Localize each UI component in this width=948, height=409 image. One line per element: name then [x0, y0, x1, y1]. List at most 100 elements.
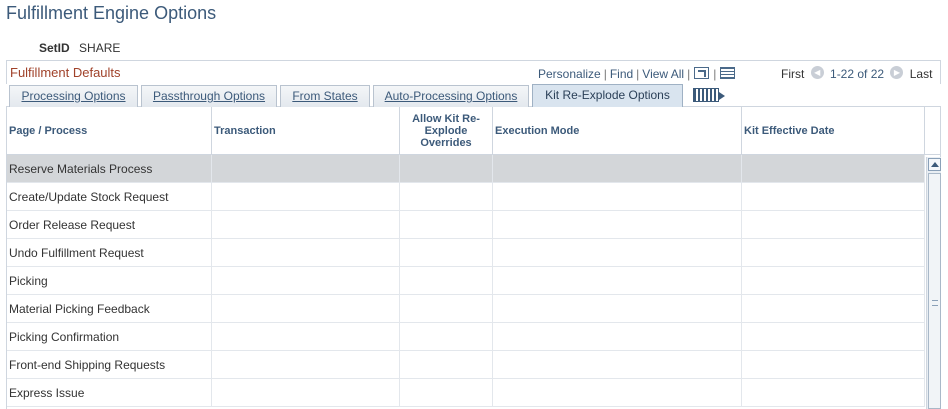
separator: |	[636, 67, 640, 81]
scroll-up-arrow-icon[interactable]	[928, 158, 941, 171]
table-cell	[400, 155, 493, 183]
page-process-name: Front-end Shipping Requests	[9, 358, 166, 372]
table-row[interactable]: Undo Fulfillment Request	[7, 239, 925, 267]
column-header-execution-mode[interactable]: Execution Mode	[493, 107, 742, 155]
table-row[interactable]: Picking Confirmation	[7, 323, 925, 351]
table-cell	[493, 155, 742, 183]
setid-value: SHARE	[79, 41, 121, 55]
grid-toolbar: Personalize | Find | View All | |	[538, 66, 736, 81]
table-cell	[400, 379, 493, 407]
find-link[interactable]: Find	[610, 67, 633, 81]
grid-title: Fulfillment Defaults	[10, 65, 121, 80]
page-process-name: Reserve Materials Process	[9, 162, 153, 176]
table-cell	[493, 267, 742, 295]
table-cell	[212, 183, 400, 211]
table-cell: Order Release Request	[7, 211, 212, 239]
page-process-name: Order Release Request	[9, 218, 136, 232]
table-cell	[742, 267, 925, 295]
tab-kit-re-explode-options[interactable]: Kit Re-Explode Options	[532, 84, 683, 107]
table-cell	[493, 183, 742, 211]
table-cell	[493, 323, 742, 351]
row-count: 1-22 of 22	[830, 67, 885, 81]
scrollbar-thumb[interactable]	[928, 173, 941, 409]
table-cell	[212, 155, 400, 183]
table-cell	[400, 183, 493, 211]
table-cell	[742, 323, 925, 351]
show-all-columns-icon[interactable]	[693, 88, 725, 102]
page-process-name: Express Issue	[9, 386, 85, 400]
setid-label: SetID	[39, 41, 70, 55]
table-row[interactable]: Create/Update Stock Request	[7, 183, 925, 211]
column-header-allow-kit-overrides[interactable]: Allow Kit Re-Explode Overrides	[400, 107, 493, 155]
column-header-transaction[interactable]: Transaction	[212, 107, 400, 155]
table-row[interactable]: Order Release Request	[7, 211, 925, 239]
table-cell: Picking Confirmation	[7, 323, 212, 351]
table-header: Page / Process Transaction Allow Kit Re-…	[7, 107, 940, 155]
table-cell: Create/Update Stock Request	[7, 183, 212, 211]
zoom-grid-icon[interactable]	[694, 66, 710, 79]
table-cell	[400, 323, 493, 351]
personalize-link[interactable]: Personalize	[538, 67, 601, 81]
tab-bar: Processing Options Passthrough Options F…	[6, 84, 941, 107]
table-cell	[742, 351, 925, 379]
table-cell	[212, 323, 400, 351]
table-row[interactable]: Express Issue	[7, 379, 925, 407]
table-row[interactable]: Picking	[7, 267, 925, 295]
table-cell	[400, 351, 493, 379]
separator: |	[603, 67, 607, 81]
table-cell	[212, 379, 400, 407]
table-cell: Undo Fulfillment Request	[7, 239, 212, 267]
table-cell	[400, 239, 493, 267]
table-cell	[742, 379, 925, 407]
page-process-name: Create/Update Stock Request	[9, 190, 169, 204]
table-cell	[400, 295, 493, 323]
column-header-page-process[interactable]: Page / Process	[7, 107, 212, 155]
table-cell	[400, 267, 493, 295]
tab-processing-options[interactable]: Processing Options	[9, 85, 138, 107]
tab-auto-processing-options[interactable]: Auto-Processing Options	[373, 85, 529, 107]
tab-from-states[interactable]: From States	[280, 85, 370, 107]
tab-passthrough-options[interactable]: Passthrough Options	[141, 85, 277, 107]
download-spreadsheet-icon[interactable]	[720, 66, 736, 79]
table-cell	[493, 239, 742, 267]
grid-navigation: First ◀ 1-22 of 22 ▶ Last	[781, 66, 933, 81]
table-row[interactable]: Material Picking Feedback	[7, 295, 925, 323]
first-label: First	[781, 67, 805, 81]
table-cell: Front-end Shipping Requests	[7, 351, 212, 379]
last-label: Last	[909, 67, 933, 81]
table-row[interactable]: Front-end Shipping Requests	[7, 351, 925, 379]
vertical-scrollbar[interactable]	[926, 157, 941, 409]
table-cell	[400, 211, 493, 239]
table-cell	[742, 239, 925, 267]
table-cell: Picking	[7, 267, 212, 295]
scrollbar-grip	[932, 300, 938, 306]
table-cell: Reserve Materials Process	[7, 155, 212, 183]
table-body: Reserve Materials Process Create/Update S…	[7, 155, 925, 407]
page-process-name: Picking Confirmation	[9, 330, 120, 344]
next-arrow-icon[interactable]: ▶	[890, 66, 904, 80]
table-cell	[742, 155, 925, 183]
page-process-name: Undo Fulfillment Request	[9, 246, 144, 260]
previous-arrow-icon[interactable]: ◀	[810, 66, 824, 80]
table-cell	[742, 295, 925, 323]
table-cell	[742, 183, 925, 211]
table-cell	[212, 211, 400, 239]
column-header-kit-effective-date[interactable]: Kit Effective Date	[742, 107, 925, 155]
table-cell	[212, 351, 400, 379]
page-process-name: Material Picking Feedback	[9, 302, 150, 316]
table-cell: Express Issue	[7, 379, 212, 407]
table-row[interactable]: Reserve Materials Process	[7, 155, 925, 183]
page-process-name: Picking	[9, 274, 48, 288]
view-all-link[interactable]: View All	[642, 67, 684, 81]
grid-header: Fulfillment Defaults Personalize | Find | Vi…	[6, 60, 941, 84]
table-cell	[493, 211, 742, 239]
table-cell	[742, 211, 925, 239]
separator: |	[687, 67, 691, 81]
table-cell: Material Picking Feedback	[7, 295, 212, 323]
table-cell	[493, 351, 742, 379]
table-cell	[212, 295, 400, 323]
page-title: Fulfillment Engine Options	[6, 3, 217, 23]
table-cell	[212, 239, 400, 267]
table-cell	[493, 379, 742, 407]
kit-re-explode-grid: Page / Process Transaction Allow Kit Re-…	[6, 107, 941, 409]
